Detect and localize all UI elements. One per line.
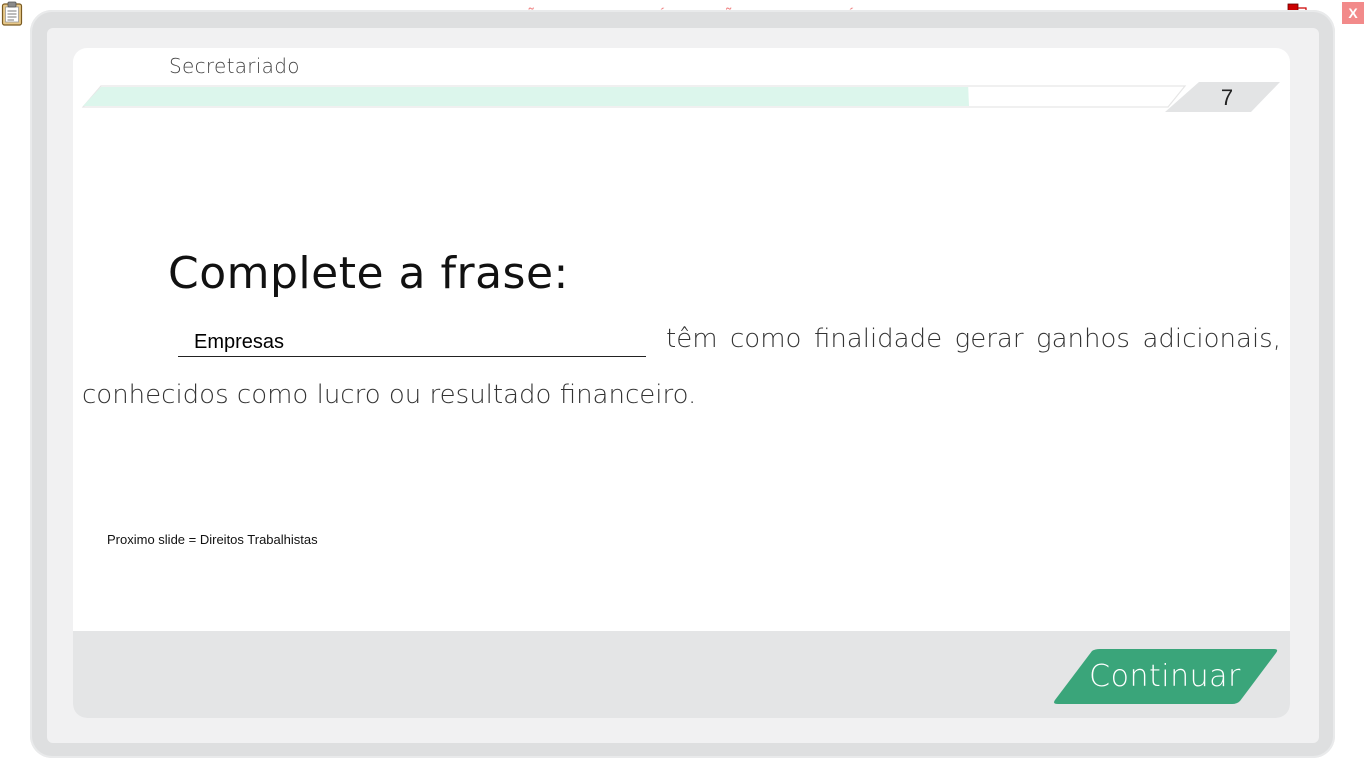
- continue-button[interactable]: Continuar: [1050, 648, 1280, 705]
- footer-bar: Continuar: [73, 631, 1290, 718]
- slide-number: 7: [1220, 85, 1234, 110]
- close-button[interactable]: X: [1342, 2, 1364, 24]
- progress-bar: [81, 82, 1280, 112]
- screen: VERSÃO PARA FUNCIONÁRIOS - NÃO COMERCIAL…: [0, 0, 1366, 768]
- question-title: Complete a frase:: [168, 248, 569, 299]
- clipboard-icon[interactable]: [1, 1, 23, 26]
- answer-blank: [178, 322, 646, 357]
- next-slide-note: Proximo slide = Direitos Trabalhistas: [107, 532, 318, 547]
- continue-label: Continuar: [1089, 659, 1241, 694]
- progress-fill: [83, 87, 969, 106]
- slide-card: Secretariado 7 Complete a frase: têm com…: [73, 48, 1290, 718]
- sentence-line-2: conhecidos como lucro ou resultado finan…: [82, 380, 697, 410]
- sentence-line-1: têm como finalidade gerar ganhos adicion…: [178, 322, 1281, 362]
- sentence-rest-text: têm como finalidade gerar ganhos adicion…: [666, 324, 1281, 354]
- answer-input[interactable]: [178, 330, 646, 354]
